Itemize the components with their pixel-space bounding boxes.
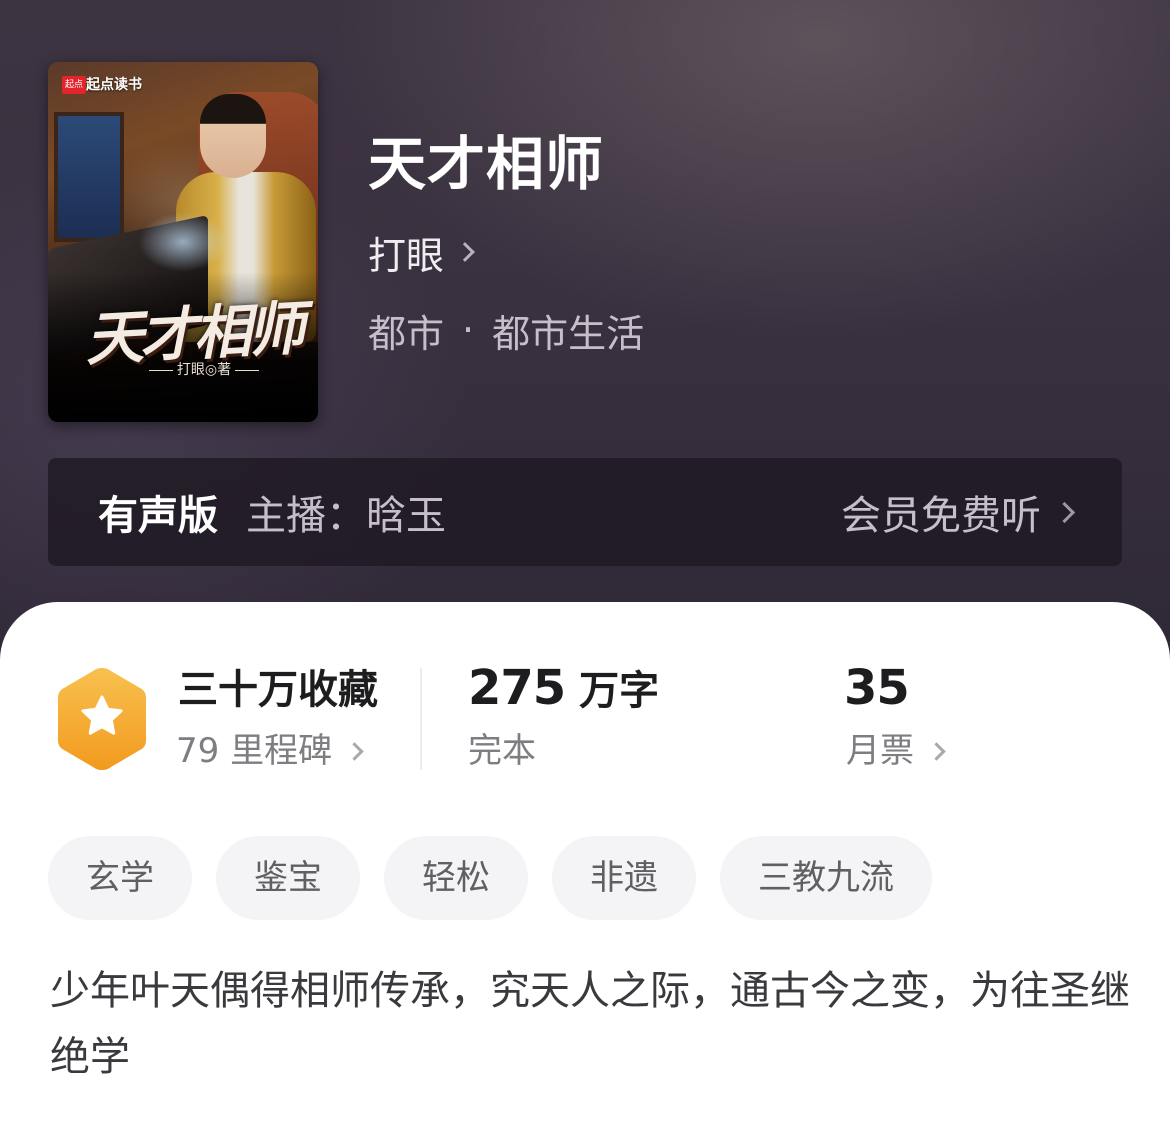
genre-category[interactable]: 都市 — [368, 303, 444, 358]
tag-chip[interactable]: 鉴宝 — [216, 836, 360, 920]
monthly-tickets-number: 35 — [844, 660, 910, 716]
completion-status: 完本 — [468, 731, 536, 771]
chevron-right-icon — [927, 741, 946, 761]
genre-separator: · — [462, 308, 475, 352]
cover-art-figure-head — [200, 94, 266, 178]
audio-version-label: 有声版 — [98, 493, 218, 539]
word-count: 275 万字 — [468, 662, 659, 717]
author-link[interactable]: 打眼 — [368, 224, 475, 280]
chevron-right-icon — [1053, 501, 1076, 523]
genre-subcategory[interactable]: 都市生活 — [492, 303, 644, 358]
book-title: 天才相师 — [368, 130, 605, 198]
collection-star-badge-icon — [58, 668, 146, 770]
publisher-name: 起点读书 — [86, 77, 142, 93]
audio-version-bar[interactable]: 有声版 主播：晗玉 会员免费听 — [48, 458, 1122, 566]
author-name: 打眼 — [368, 233, 445, 278]
tag-list: 玄学 鉴宝 轻松 非遗 三教九流 — [48, 836, 956, 920]
stats-divider — [420, 668, 422, 770]
monthly-tickets-label: 月票 — [846, 731, 914, 771]
cover-art-glow — [138, 212, 228, 272]
cover-author-credit: 打眼◎著 — [134, 360, 274, 380]
tag-chip[interactable]: 玄学 — [48, 836, 192, 920]
milestones-link[interactable]: 79 里程碑 — [176, 728, 364, 774]
publisher-logo-icon: 起点 — [62, 76, 87, 94]
book-description[interactable]: 少年叶天偶得相师传承，究天人之际，通古今之变，为往圣继绝学 — [50, 958, 1130, 1090]
tag-chip[interactable]: 轻松 — [384, 836, 528, 920]
chevron-right-icon — [455, 242, 475, 262]
genre-row: 都市 · 都市生活 — [368, 302, 644, 358]
cover-art-window — [54, 112, 124, 242]
word-count-unit: 万字 — [579, 668, 660, 714]
tag-chip[interactable]: 非遗 — [552, 836, 696, 920]
word-count-number: 275 — [468, 660, 566, 716]
tag-chip[interactable]: 三教九流 — [720, 836, 932, 920]
milestones-label: 79 里程碑 — [176, 731, 333, 771]
monthly-tickets-link[interactable]: 月票 — [846, 728, 946, 774]
monthly-tickets-count: 35 — [844, 660, 910, 717]
audio-narrator: 主播：晗玉 — [246, 493, 446, 539]
chevron-right-icon — [345, 741, 364, 761]
book-cover[interactable]: 起点 起点读书 天才相师 打眼◎著 — [48, 62, 318, 422]
member-free-listen-link[interactable]: 会员免费听 — [841, 483, 1041, 541]
collections-count: 三十万收藏 — [178, 667, 378, 713]
